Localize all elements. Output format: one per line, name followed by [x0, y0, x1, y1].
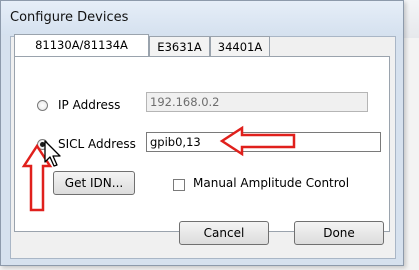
- dialog-titlebar[interactable]: Configure Devices: [1, 1, 403, 35]
- cancel-label: Cancel: [203, 226, 245, 240]
- red-arrow-left-icon: [219, 125, 296, 157]
- configure-devices-dialog: Configure Devices 81130A/81134A E3631A 3…: [0, 0, 404, 266]
- tab-label: E3631A: [157, 40, 202, 54]
- tab-label: 81130A/81134A: [35, 38, 128, 52]
- tab-e3631a[interactable]: E3631A: [149, 36, 210, 56]
- done-button[interactable]: Done: [294, 221, 384, 245]
- sicl-address-label: SICL Address: [58, 137, 136, 151]
- manual-amplitude-label: Manual Amplitude Control: [193, 176, 350, 190]
- tab-label: 34401A: [217, 40, 263, 54]
- mouse-pointer-icon: [44, 140, 61, 167]
- tab-34401a[interactable]: 34401A: [210, 36, 270, 56]
- cancel-button[interactable]: Cancel: [179, 221, 269, 245]
- get-idn-button[interactable]: Get IDN...: [53, 171, 135, 195]
- manual-amplitude-checkbox[interactable]: [173, 179, 185, 191]
- ip-address-field[interactable]: 192.168.0.2: [146, 92, 368, 112]
- tab-panel: IP Address 192.168.0.2 SICL Address gpib…: [14, 56, 390, 232]
- ip-address-label: IP Address: [58, 98, 121, 112]
- dialog-client-area: 81130A/81134A E3631A 34401A IP Address 1…: [10, 34, 396, 259]
- done-label: Done: [323, 226, 355, 240]
- dialog-title: Configure Devices: [10, 10, 129, 25]
- tab-81130a-81134a[interactable]: 81130A/81134A: [14, 34, 149, 56]
- ip-address-radio[interactable]: [37, 100, 48, 111]
- get-idn-label: Get IDN...: [64, 176, 124, 190]
